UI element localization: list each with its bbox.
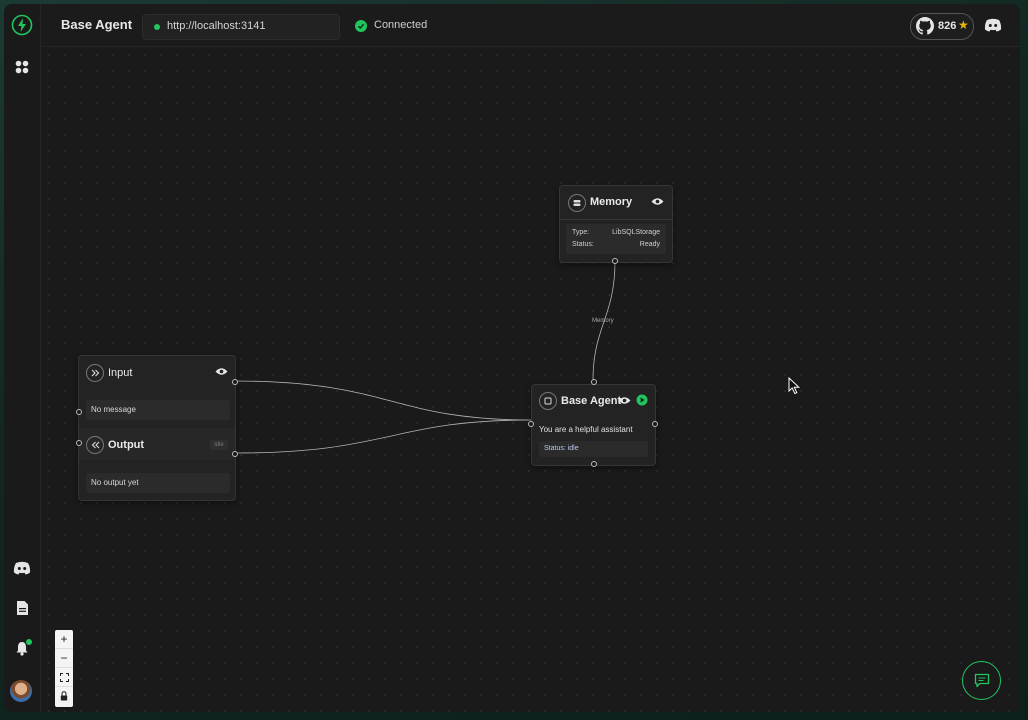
document-icon[interactable]	[10, 596, 34, 620]
output-status-badge: idle	[210, 440, 228, 450]
agent-description: You are a helpful assistant	[539, 425, 633, 434]
zoom-in-button[interactable]: +	[55, 630, 73, 649]
node-divider	[560, 219, 672, 220]
agent-status: Status: idle	[544, 445, 579, 452]
input-right-handle[interactable]	[232, 379, 238, 385]
zoom-controls: + −	[55, 630, 73, 707]
agent-bottom-handle[interactable]	[591, 461, 597, 467]
agent-top-handle[interactable]	[591, 379, 597, 385]
flow-canvas[interactable]: Memory Memory Type: LibSQLStorage Status…	[41, 47, 1020, 712]
eye-icon[interactable]	[215, 367, 228, 376]
output-message: No output yet	[91, 478, 139, 487]
input-left-handle[interactable]	[76, 409, 82, 415]
input-output-node[interactable]: Input No message Output idle No output y…	[78, 355, 236, 501]
agent-left-handle[interactable]	[528, 421, 534, 427]
memory-type-value: LibSQLStorage	[612, 229, 660, 236]
chat-button[interactable]	[962, 661, 1001, 700]
sidebar	[4, 4, 41, 712]
edge-input-agent	[234, 380, 532, 421]
lock-icon	[60, 691, 68, 701]
memory-status-label: Status:	[572, 241, 594, 248]
page-title: Base Agent	[61, 17, 133, 32]
check-circle-icon	[355, 20, 367, 32]
play-icon[interactable]	[636, 394, 648, 406]
grid-icon[interactable]	[10, 55, 34, 79]
chevrons-left-icon	[86, 436, 104, 454]
header: Base Agent http://localhost:3141 Connect…	[41, 4, 1020, 47]
server-url-text: http://localhost:3141	[167, 20, 266, 32]
agent-icon	[539, 392, 557, 410]
github-star-count: 826	[938, 20, 957, 32]
lock-button[interactable]	[55, 687, 73, 705]
connection-status: Connected	[374, 19, 428, 31]
chat-icon	[974, 673, 989, 688]
memory-info-panel: Type: LibSQLStorage Status: Ready	[566, 224, 666, 254]
server-url-field[interactable]: http://localhost:3141	[142, 14, 340, 40]
output-right-handle[interactable]	[232, 451, 238, 457]
eye-icon[interactable]	[618, 396, 631, 405]
agent-node-title: Base Agent	[561, 395, 622, 407]
avatar[interactable]	[10, 680, 32, 702]
discord-header-icon[interactable]	[984, 18, 1002, 37]
github-stars-button[interactable]: 826 ★	[910, 13, 974, 40]
cursor-icon	[788, 377, 801, 395]
agent-status-field: Status: idle	[539, 441, 648, 457]
output-node-title: Output	[108, 439, 145, 451]
bolt-icon[interactable]	[10, 13, 34, 37]
github-icon	[916, 17, 934, 35]
input-message: No message	[91, 405, 136, 414]
discord-icon[interactable]	[10, 556, 34, 580]
server-status-dot	[154, 24, 160, 30]
output-message-field: No output yet	[86, 473, 230, 493]
edge-output-agent	[234, 419, 532, 454]
agent-right-handle[interactable]	[652, 421, 658, 427]
edge-label-memory: Memory	[592, 318, 614, 324]
memory-bottom-handle[interactable]	[612, 258, 618, 264]
memory-node[interactable]: Memory Type: LibSQLStorage Status: Ready	[559, 185, 673, 263]
notification-dot	[26, 639, 32, 645]
database-icon	[568, 194, 586, 212]
fit-view-icon	[59, 672, 69, 682]
memory-status-value: Ready	[639, 241, 660, 248]
memory-node-title: Memory	[590, 196, 633, 208]
chevrons-right-icon	[86, 364, 104, 382]
zoom-out-button[interactable]: −	[55, 649, 73, 668]
input-node-title: Input	[108, 367, 133, 379]
fit-view-button[interactable]	[55, 668, 73, 687]
output-left-handle[interactable]	[76, 440, 82, 446]
app-window: Base Agent http://localhost:3141 Connect…	[4, 4, 1020, 712]
star-icon: ★	[958, 18, 969, 32]
input-message-field: No message	[86, 400, 230, 420]
memory-type-label: Type:	[572, 229, 590, 236]
eye-icon[interactable]	[651, 197, 664, 206]
agent-node[interactable]: Base Agent You are a helpful assistant S…	[531, 384, 656, 466]
